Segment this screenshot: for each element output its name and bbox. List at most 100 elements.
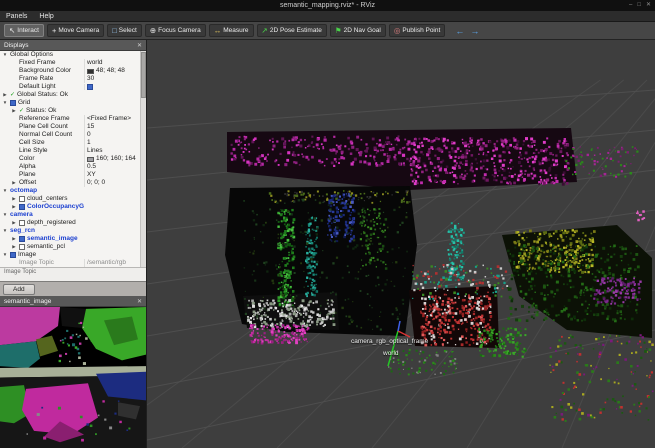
property-label: semantic_pcl <box>27 243 65 251</box>
tree-row-semantic-pcl[interactable]: ▶ semantic_pcl <box>0 243 146 251</box>
property-value[interactable]: 30 <box>84 75 146 83</box>
displays-panel-header[interactable]: Displays ✕ <box>0 40 146 51</box>
property-value[interactable]: 48; 48; 48 <box>84 67 146 75</box>
minimize-button[interactable]: – <box>629 0 632 11</box>
property-value[interactable]: 0 <box>84 131 146 139</box>
tree-row-global-options[interactable]: ▼Global Options <box>0 51 146 59</box>
tree-row-plane-cell-count[interactable]: Plane Cell Count15 <box>0 123 146 131</box>
tree-row-status-ok[interactable]: ▶✓Status: Ok <box>0 107 146 115</box>
close-icon[interactable]: ✕ <box>137 42 142 49</box>
close-icon[interactable]: ✕ <box>137 298 142 305</box>
property-label: Line Style <box>19 147 48 155</box>
expanded-arrow-icon[interactable]: ▼ <box>2 51 8 59</box>
property-name-cell: Reference Frame <box>0 115 84 123</box>
tree-row-semantic-image[interactable]: ▶semantic_image <box>0 235 146 243</box>
expanded-arrow-icon[interactable]: ▼ <box>2 211 8 219</box>
property-value[interactable] <box>84 84 146 90</box>
tool-move-camera[interactable]: +Move Camera <box>47 24 104 37</box>
property-value[interactable]: world <box>84 59 146 67</box>
tree-row-normal-cell-count[interactable]: Normal Cell Count 0 <box>0 131 146 139</box>
tree-row-plane[interactable]: Plane XY <box>0 171 146 179</box>
tree-row-background-color[interactable]: Background Color48; 48; 48 <box>0 67 146 75</box>
property-value[interactable]: Lines <box>84 147 146 155</box>
tree-row-color[interactable]: Color 160; 160; 164 <box>0 155 146 163</box>
tree-scroll-thumb[interactable] <box>141 52 146 98</box>
tool-interact[interactable]: ↖Interact <box>4 24 44 37</box>
nav-goal-flag-icon: ⚑ <box>335 27 342 35</box>
tree-row-cell-size[interactable]: Cell Size1 <box>0 139 146 147</box>
collapsed-arrow-icon[interactable]: ▶ <box>11 235 17 243</box>
enable-checkbox[interactable] <box>19 244 25 250</box>
tool-2d-nav-goal[interactable]: ⚑2D Nav Goal <box>330 24 386 37</box>
maximize-button[interactable]: □ <box>637 0 641 11</box>
property-label: Normal Cell Count <box>19 131 72 139</box>
window-title: semantic_mapping.rviz* - RViz <box>280 2 375 9</box>
close-button[interactable]: ✕ <box>646 0 651 11</box>
property-label: Plane <box>19 171 36 179</box>
property-label: Color <box>19 155 35 163</box>
property-name-cell: ▶cloud_centers <box>0 195 84 203</box>
tree-row-reference-frame[interactable]: Reference Frame<Fixed Frame> <box>0 115 146 123</box>
tool-focus-camera[interactable]: ⊕Focus Camera <box>145 24 206 37</box>
tree-row-default-light[interactable]: Default Light <box>0 83 146 91</box>
tree-row-seg-rcn[interactable]: ▼seg_rcn <box>0 227 146 235</box>
property-label: camera <box>10 211 33 219</box>
tree-scrollbar[interactable] <box>140 51 146 267</box>
title-bar[interactable]: semantic_mapping.rviz* - RViz –□ ✕ <box>0 0 655 11</box>
expanded-arrow-icon[interactable]: ▼ <box>2 227 8 235</box>
expanded-arrow-icon[interactable]: ▼ <box>2 251 8 259</box>
property-value[interactable]: 0.5 <box>84 163 146 171</box>
nav-forward-icon[interactable]: → <box>468 24 481 37</box>
tree-row-global-status-ok[interactable]: ▶✓Global Status: Ok <box>0 91 146 99</box>
tree-row-image[interactable]: ▼Image <box>0 251 146 259</box>
enable-checkbox[interactable] <box>19 236 25 242</box>
tree-row-fixed-frame[interactable]: Fixed Frameworld <box>0 59 146 67</box>
tree-row-alpha[interactable]: Alpha0.5 <box>0 163 146 171</box>
view-3d[interactable]: camera_rgb_optical_frameworld <box>147 40 655 448</box>
property-value[interactable]: 1 <box>84 139 146 147</box>
collapsed-arrow-icon[interactable]: ▶ <box>11 219 17 227</box>
collapsed-arrow-icon[interactable]: ▶ <box>11 107 17 115</box>
tree-row-line-style[interactable]: Line Style Lines <box>0 147 146 155</box>
enable-checkbox[interactable] <box>10 100 16 106</box>
tree-row-offset[interactable]: ▶Offset0; 0; 0 <box>0 179 146 187</box>
tree-row-octomap[interactable]: ▼octomap <box>0 187 146 195</box>
property-value[interactable]: XY <box>84 171 146 179</box>
add-display-button[interactable]: Add <box>3 284 35 295</box>
tree-row-cloud-centers[interactable]: ▶cloud_centers <box>0 195 146 203</box>
enable-checkbox[interactable] <box>10 252 16 258</box>
collapsed-arrow-icon[interactable]: ▶ <box>11 243 17 251</box>
tool-2d-pose-estimate[interactable]: ↗2D Pose Estimate <box>257 24 327 37</box>
semantic-image-panel-header[interactable]: semantic_image ✕ <box>0 296 146 307</box>
tool-publish-point[interactable]: ◎Publish Point <box>389 24 446 37</box>
toolbar: ↖Interact+Move Camera□Select⊕Focus Camer… <box>0 22 655 40</box>
expanded-arrow-icon[interactable]: ▼ <box>2 187 8 195</box>
tree-row-frame-rate[interactable]: Frame Rate30 <box>0 75 146 83</box>
tree-row-camera[interactable]: ▼camera <box>0 211 146 219</box>
property-label: Global Status: Ok <box>17 91 68 99</box>
enable-checkbox[interactable] <box>19 204 25 210</box>
collapsed-arrow-icon[interactable]: ▶ <box>2 91 8 99</box>
tree-row-image-topic[interactable]: Image Topic/semantic/rgb <box>0 259 146 267</box>
value-checkbox[interactable] <box>87 84 93 90</box>
tool-select[interactable]: □Select <box>107 24 142 37</box>
menu-item-help[interactable]: Help <box>39 13 53 20</box>
property-value[interactable]: 160; 160; 164 <box>84 155 146 163</box>
collapsed-arrow-icon[interactable]: ▶ <box>11 195 17 203</box>
collapsed-arrow-icon[interactable]: ▶ <box>11 203 17 211</box>
collapsed-arrow-icon[interactable]: ▶ <box>11 179 17 187</box>
property-value[interactable]: <Fixed Frame> <box>84 115 146 123</box>
property-value[interactable]: 15 <box>84 123 146 131</box>
enable-checkbox[interactable] <box>19 220 25 226</box>
tool-measure[interactable]: ↔Measure <box>209 24 254 37</box>
tree-row-grid[interactable]: ▼Grid <box>0 99 146 107</box>
tree-row-depth-registered[interactable]: ▶depth_registered <box>0 219 146 227</box>
displays-tree: ▼Global OptionsFixed FrameworldBackgroun… <box>0 51 146 267</box>
expanded-arrow-icon[interactable]: ▼ <box>2 99 8 107</box>
menu-item-panels[interactable]: Panels <box>6 13 27 20</box>
property-value[interactable]: 0; 0; 0 <box>84 179 146 187</box>
enable-checkbox[interactable] <box>19 196 25 202</box>
nav-back-icon[interactable]: ← <box>453 24 466 37</box>
property-value[interactable]: /semantic/rgb <box>84 259 146 267</box>
tree-row-coloroccupancygrid[interactable]: ▶ColorOccupancyGrid <box>0 203 146 211</box>
